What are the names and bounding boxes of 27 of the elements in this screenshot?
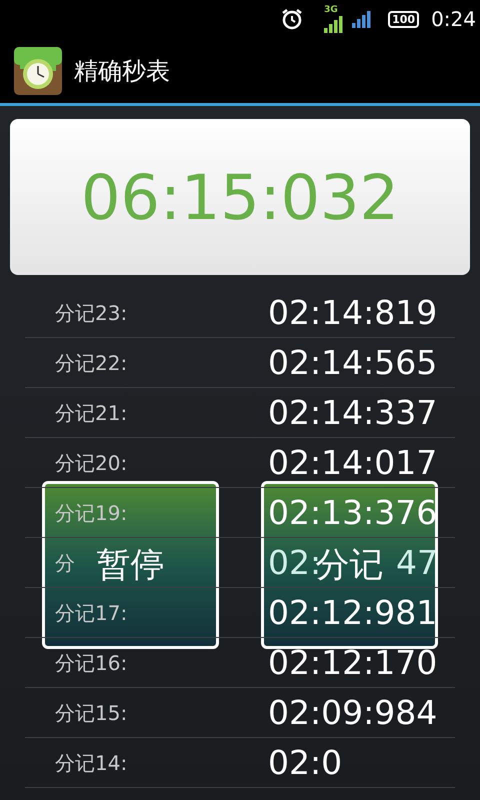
lap-label: 分记14: [55, 750, 128, 776]
lap-time: 02:0 [268, 742, 342, 784]
lap-label: 分记22: [55, 350, 128, 376]
app-icon [14, 46, 62, 94]
lap-time: 02:09:984 [268, 692, 438, 734]
lap-time: 02:14:337 [268, 392, 438, 434]
lap-time: 02:14:565 [268, 342, 438, 384]
lap-label: 分记17: [55, 600, 128, 626]
lap-label: 分记19: [55, 500, 128, 526]
lap-label: 分 [55, 550, 75, 576]
app-title: 精确秒表 [74, 56, 170, 86]
lap-label: 分记23: [55, 300, 128, 326]
lap-label: 分记20: [55, 450, 128, 476]
clock-time: 0:24 [431, 9, 476, 29]
battery-level: 100 [388, 10, 420, 28]
signal-bars-icon [352, 10, 372, 28]
lap-label: 分记16: [55, 650, 128, 676]
cell-signal-icon [324, 14, 344, 32]
network-type-label: 3G [324, 6, 338, 14]
lap-label: 分记21: [55, 400, 128, 426]
time-display: 06:15:032 [10, 119, 470, 275]
lap-time: 02:13:376 [268, 492, 438, 534]
lap-time: 02:12:981 [268, 592, 438, 634]
lap-time: 02:14:017 [268, 442, 438, 484]
alarm-clock-icon [280, 7, 304, 31]
lap-label: 分记15: [55, 700, 128, 726]
lap-time: 02:14:819 [268, 292, 438, 334]
